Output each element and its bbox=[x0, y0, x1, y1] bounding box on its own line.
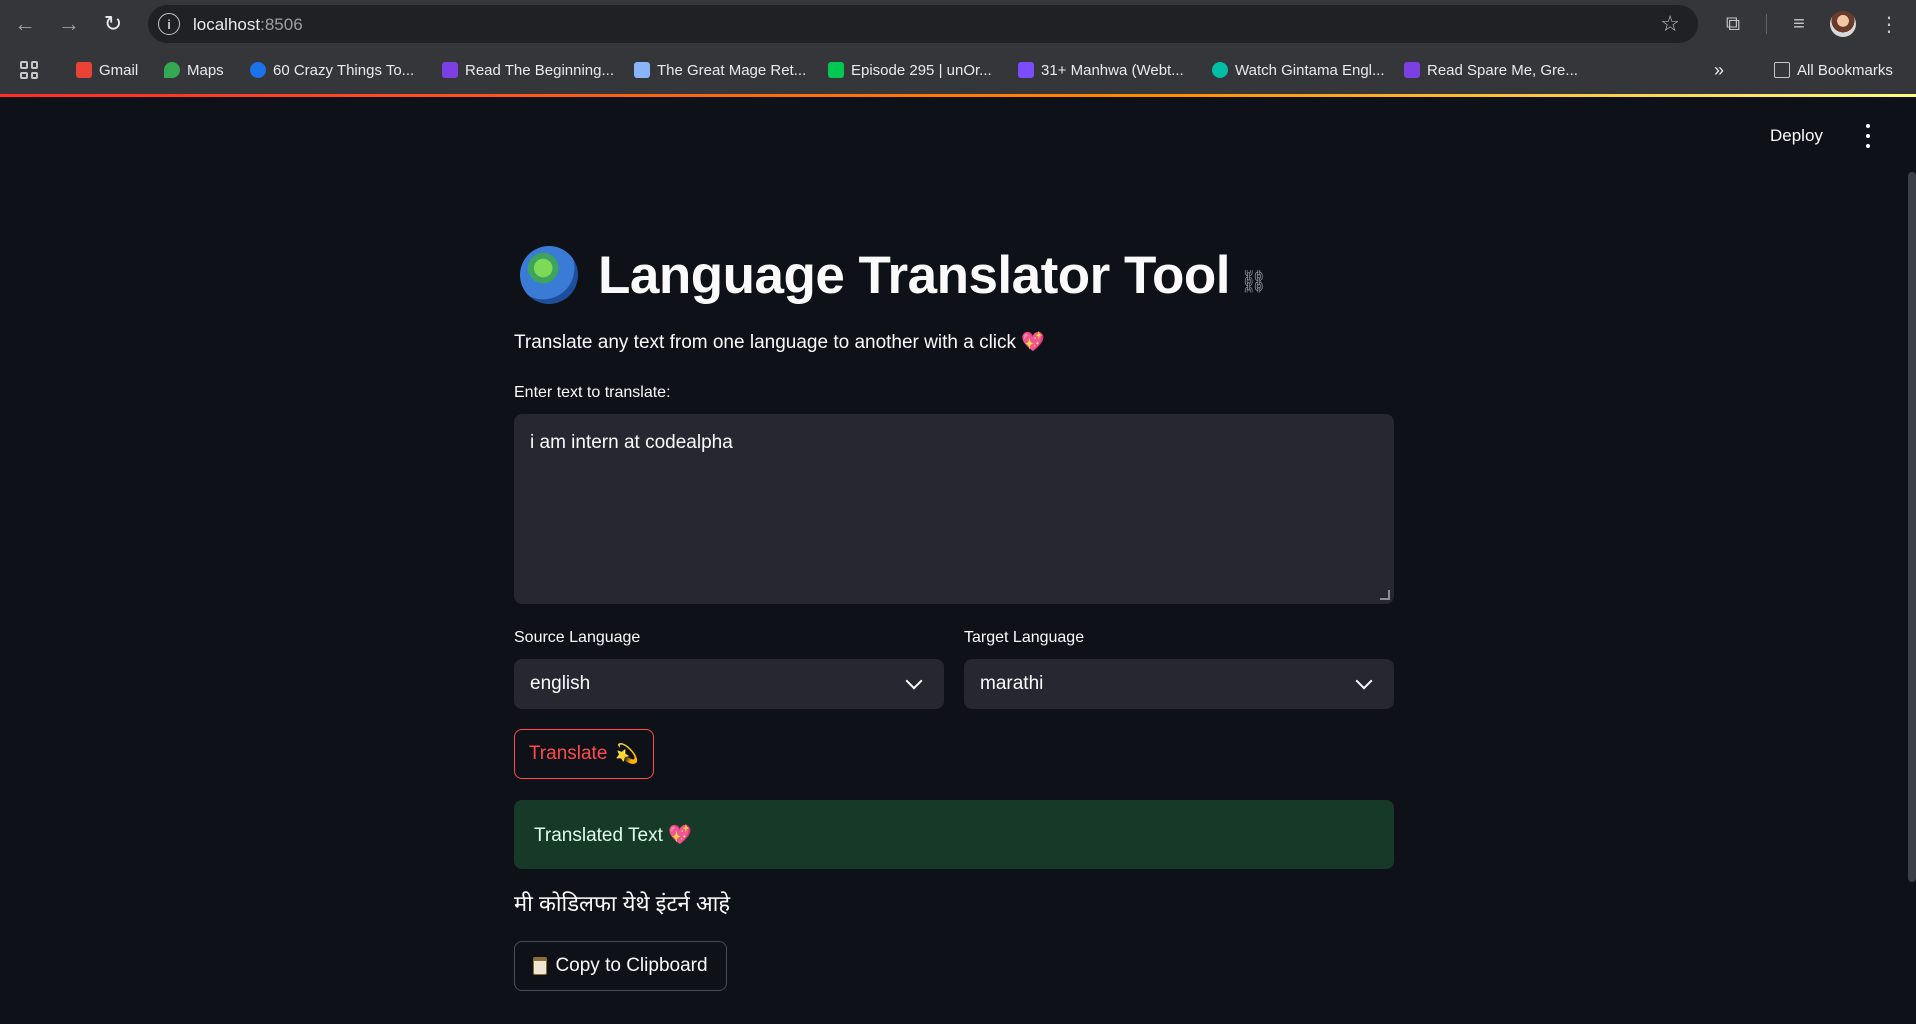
app-loading-stripe bbox=[0, 94, 1916, 97]
site-favicon-icon bbox=[1018, 62, 1034, 78]
app-menu-icon[interactable] bbox=[1862, 124, 1874, 148]
scrollbar[interactable] bbox=[1908, 172, 1916, 882]
translated-text-banner: Translated Text 💖 bbox=[514, 800, 1394, 869]
page-subtitle: Translate any text from one language to … bbox=[514, 332, 1045, 353]
media-controls-icon[interactable]: ≡ bbox=[1784, 9, 1814, 39]
site-favicon-icon bbox=[634, 62, 650, 78]
site-favicon-icon bbox=[250, 62, 266, 78]
source-language-value: english bbox=[530, 673, 591, 694]
input-label: Enter text to translate: bbox=[514, 384, 671, 401]
browser-menu-icon[interactable]: ⋮ bbox=[1874, 9, 1904, 39]
anchor-link-icon[interactable]: ⛓ bbox=[1240, 269, 1268, 295]
globe-icon bbox=[520, 246, 578, 304]
target-language-label: Target Language bbox=[964, 629, 1085, 646]
page-header: Language Translator Tool ⛓ bbox=[520, 240, 1268, 310]
text-input-area[interactable]: i am intern at codealpha bbox=[514, 414, 1394, 604]
site-favicon-icon bbox=[1404, 62, 1420, 78]
site-favicon-icon bbox=[1212, 62, 1228, 78]
deploy-button[interactable]: Deploy bbox=[1770, 126, 1823, 146]
bookmark-item[interactable]: Gmail bbox=[76, 58, 138, 82]
target-language-select[interactable]: marathi bbox=[964, 659, 1394, 709]
bookmark-star-icon[interactable]: ☆ bbox=[1660, 11, 1680, 37]
chevron-down-icon bbox=[1355, 672, 1373, 690]
copy-to-clipboard-button[interactable]: Copy to Clipboard bbox=[514, 941, 727, 991]
reload-icon[interactable]: ↻ bbox=[98, 9, 128, 39]
page-title: Language Translator Tool bbox=[598, 245, 1230, 305]
forward-icon[interactable]: → bbox=[54, 9, 84, 39]
translated-text-header: Translated Text 💖 bbox=[534, 824, 692, 846]
translate-button-label: Translate bbox=[528, 743, 608, 764]
site-favicon-icon bbox=[442, 62, 458, 78]
folder-icon bbox=[1774, 62, 1790, 78]
source-language-select[interactable]: english bbox=[514, 659, 944, 709]
copy-button-label: Copy to Clipboard bbox=[555, 955, 708, 976]
translated-output: मी कोडिलफा येथे इंटर्न आहे bbox=[514, 891, 731, 916]
all-bookmarks[interactable]: All Bookmarks bbox=[1774, 58, 1893, 82]
bookmark-item[interactable]: Watch Gintama Engl... bbox=[1212, 58, 1385, 82]
clipboard-icon bbox=[533, 957, 548, 975]
chevron-down-icon bbox=[905, 672, 923, 690]
translate-button[interactable]: Translate 💫 bbox=[514, 729, 654, 779]
bookmark-item[interactable]: 60 Crazy Things To... bbox=[250, 58, 414, 82]
bookmarks-bar: Gmail Maps 60 Crazy Things To... Read Th… bbox=[0, 52, 1916, 88]
bookmark-item[interactable]: Episode 295 | unOr... bbox=[828, 58, 992, 82]
bookmark-item[interactable]: Maps bbox=[164, 58, 224, 82]
dizzy-icon: 💫 bbox=[615, 744, 640, 765]
browser-toolbar: ← → ↻ i localhost:8506 ☆ ⧉ ≡ ⋮ bbox=[0, 0, 1916, 48]
bookmark-item[interactable]: Read The Beginning... bbox=[442, 58, 614, 82]
bookmark-item[interactable]: The Great Mage Ret... bbox=[634, 58, 806, 82]
resize-handle-icon[interactable] bbox=[1380, 590, 1390, 600]
source-language-label: Source Language bbox=[514, 629, 641, 646]
site-favicon-icon bbox=[828, 62, 844, 78]
url-text[interactable]: localhost:8506 bbox=[193, 15, 303, 35]
text-input-value[interactable]: i am intern at codealpha bbox=[530, 432, 733, 453]
site-info-icon[interactable]: i bbox=[158, 13, 180, 35]
extensions-icon[interactable]: ⧉ bbox=[1718, 9, 1748, 39]
profile-avatar[interactable] bbox=[1830, 11, 1856, 37]
more-bookmarks-icon[interactable]: » bbox=[1714, 58, 1724, 82]
address-bar[interactable]: i localhost:8506 ☆ bbox=[148, 5, 1698, 43]
browser-chrome: ← → ↻ i localhost:8506 ☆ ⧉ ≡ ⋮ Gmail Map… bbox=[0, 0, 1916, 97]
maps-icon bbox=[164, 62, 180, 78]
bookmark-item[interactable]: 31+ Manhwa (Webt... bbox=[1018, 58, 1184, 82]
bookmark-item[interactable]: Read Spare Me, Gre... bbox=[1404, 58, 1578, 82]
back-icon[interactable]: ← bbox=[10, 9, 40, 39]
target-language-value: marathi bbox=[980, 673, 1044, 694]
gmail-icon bbox=[76, 62, 92, 78]
